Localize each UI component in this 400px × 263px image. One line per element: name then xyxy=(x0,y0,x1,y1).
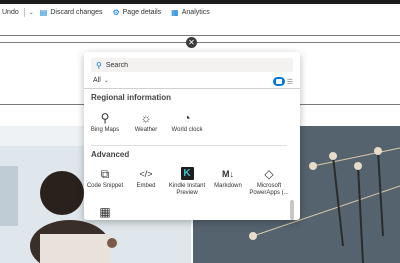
tile-world-clock[interactable]: ◔ World clock xyxy=(166,109,208,134)
section-border-top xyxy=(0,35,400,36)
tile-label: Code Snippet xyxy=(86,183,124,189)
tile-bing-maps[interactable]: ⚲ Bing Maps xyxy=(84,109,126,134)
gear-icon: ⚙ xyxy=(112,7,120,17)
kindle-icon: K xyxy=(180,167,194,180)
command-separator xyxy=(23,8,25,17)
office-building-icon: ▦ xyxy=(99,205,111,219)
world-clock-icon: ◔ xyxy=(183,111,191,125)
category-filter-label: All xyxy=(93,77,101,84)
chevron-down-icon: ⌄ xyxy=(103,78,109,84)
list-view-icon[interactable]: ☰ xyxy=(287,78,293,86)
search-box[interactable]: ⚲ xyxy=(91,58,293,72)
chevron-down-icon: ⌄ xyxy=(28,9,34,16)
markdown-icon: M↓ xyxy=(222,169,234,179)
tile-office-building[interactable]: ▦ xyxy=(84,203,126,220)
tile-kindle-instant-preview[interactable]: K Kindle Instant Preview xyxy=(166,165,208,197)
search-input[interactable] xyxy=(105,61,276,69)
embed-icon: </> xyxy=(139,169,153,179)
section-title-regional-information: Regional information xyxy=(91,93,171,102)
search-icon: ⚲ xyxy=(96,60,102,70)
grid-view-toggle[interactable] xyxy=(272,77,285,86)
undo-label: Undo xyxy=(2,9,19,16)
analytics-label: Analytics xyxy=(181,9,210,16)
undo-button[interactable]: Undo xyxy=(2,9,19,16)
view-toggle: ☰ xyxy=(272,77,293,86)
page-details-button[interactable]: ⚙ Page details xyxy=(112,7,162,17)
tile-label: Kindle Instant Preview xyxy=(168,183,206,196)
tile-microsoft-powerapps[interactable]: ◇ Microsoft PowerApps (... xyxy=(248,165,290,197)
tile-label: Embed xyxy=(136,183,156,189)
page-details-label: Page details xyxy=(122,9,162,16)
weather-icon: ☼ xyxy=(140,111,152,125)
tile-label: Markdown xyxy=(214,183,242,189)
tile-label: Microsoft PowerApps (... xyxy=(249,183,289,196)
scrollbar-thumb[interactable] xyxy=(290,200,294,220)
section-title-advanced: Advanced xyxy=(91,150,130,159)
tile-label: Bing Maps xyxy=(90,127,120,133)
discard-changes-label: Discard changes xyxy=(50,9,103,16)
powerapps-icon: ◇ xyxy=(264,167,274,181)
category-filter-dropdown[interactable]: All ⌄ xyxy=(93,77,109,84)
tile-code-snippet[interactable]: ⧉ Code Snippet xyxy=(84,165,126,190)
section-divider xyxy=(91,145,287,146)
map-pin-icon: ⚲ xyxy=(100,111,110,125)
web-part-toolbox: ⚲ All ⌄ ☰ Regional information ⚲ Bing Ma… xyxy=(84,52,300,220)
command-bar: Undo ⌄ ▤ Discard changes ⚙ Page details … xyxy=(0,4,400,21)
code-snippet-icon: ⧉ xyxy=(100,167,110,181)
web-part-list[interactable]: Regional information ⚲ Bing Maps ☼ Weath… xyxy=(84,88,300,220)
discard-icon: ▤ xyxy=(39,7,48,17)
analytics-icon: ▦ xyxy=(171,7,179,17)
tile-embed[interactable]: </> Embed xyxy=(125,165,167,190)
analytics-button[interactable]: ▦ Analytics xyxy=(171,7,210,17)
discard-changes-button[interactable]: ▤ Discard changes xyxy=(39,7,103,17)
tile-label: World clock xyxy=(171,127,203,133)
tile-weather[interactable]: ☼ Weather xyxy=(125,109,167,134)
tile-markdown[interactable]: M↓ Markdown xyxy=(207,165,249,190)
tile-label: Weather xyxy=(134,127,158,133)
undo-dropdown-button[interactable]: ⌄ xyxy=(29,10,34,16)
close-icon[interactable]: ✕ xyxy=(186,37,197,48)
section-border-bottom xyxy=(0,42,400,43)
